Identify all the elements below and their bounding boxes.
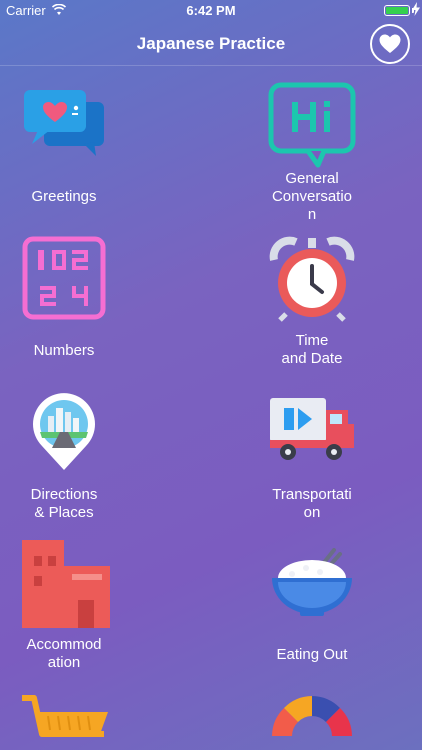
heart-icon — [379, 34, 401, 53]
map-pin-city-icon — [33, 393, 95, 470]
category-eating-out[interactable]: Eating Out — [232, 548, 392, 673]
hi-speech-bubble-icon — [268, 82, 356, 168]
category-time-and-date[interactable]: Time and Date — [232, 236, 392, 371]
navigation-bar: Japanese Practice — [0, 22, 422, 66]
category-label: Time and Date — [281, 332, 343, 367]
category-general-conversation[interactable]: General Conversatio n — [232, 82, 392, 227]
category-accommodation[interactable]: Accommod ation — [0, 540, 144, 675]
category-label: Numbers — [33, 342, 95, 359]
chat-bubbles-heart-icon — [24, 90, 104, 156]
gauge-icon — [272, 696, 352, 736]
number-grid-icon — [22, 236, 106, 320]
clock-label: 6:42 PM — [186, 3, 236, 18]
category-label: Transportati on — [272, 486, 352, 521]
category-shopping[interactable] — [0, 694, 144, 750]
page-title: Japanese Practice — [136, 34, 286, 53]
buildings-icon — [22, 540, 110, 628]
favorites-button[interactable] — [370, 24, 410, 64]
charging-bolt-icon — [412, 2, 420, 16]
category-label: Eating Out — [276, 646, 348, 663]
category-numbers[interactable]: Numbers — [0, 236, 144, 361]
battery-icon — [384, 5, 410, 16]
category-label: Greetings — [31, 188, 97, 205]
shopping-cart-icon — [22, 695, 108, 737]
category-directions-and-places[interactable]: Directions & Places — [0, 392, 144, 527]
status-bar: Carrier 6:42 PM — [0, 0, 422, 22]
category-label: General Conversatio n — [271, 170, 353, 223]
rice-bowl-icon — [272, 548, 352, 616]
category-transportation[interactable]: Transportati on — [232, 394, 392, 529]
category-label: Accommod ation — [26, 636, 102, 671]
alarm-clock-icon — [269, 236, 355, 322]
delivery-truck-icon — [270, 398, 354, 460]
category-greetings[interactable]: Greetings — [0, 88, 144, 213]
category-label: Directions & Places — [30, 486, 98, 521]
category-gauge[interactable] — [232, 692, 392, 750]
